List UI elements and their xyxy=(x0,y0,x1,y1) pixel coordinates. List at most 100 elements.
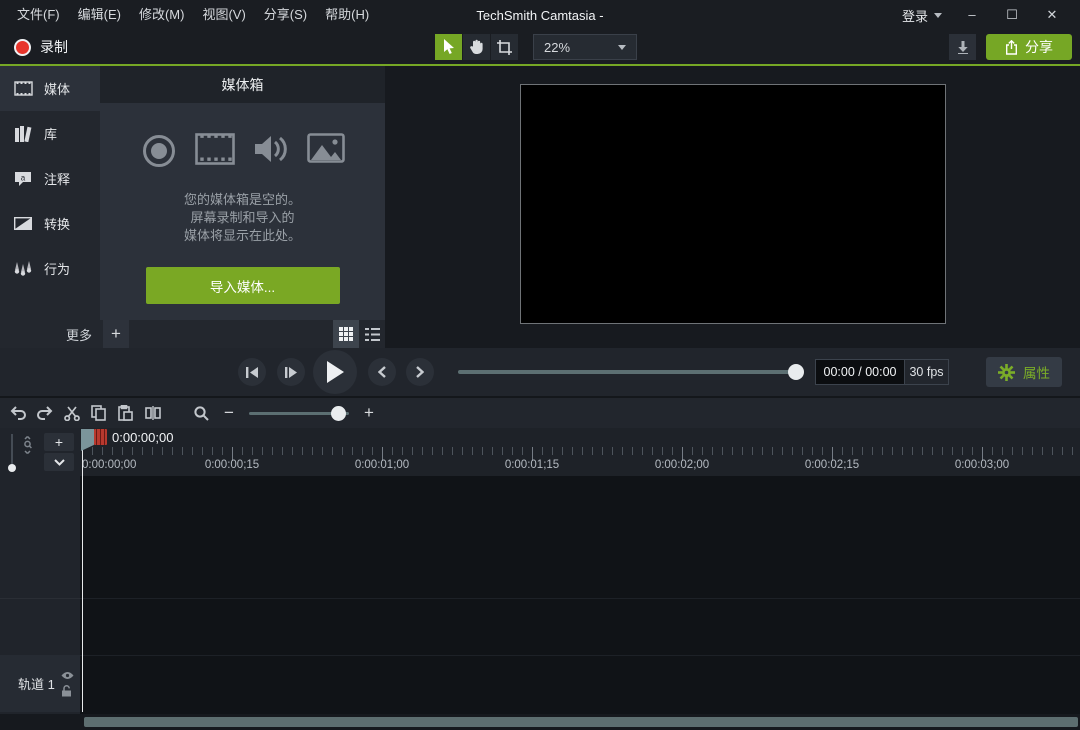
scissors-icon xyxy=(64,406,80,421)
toolbar: 录制 22% xyxy=(0,30,1080,66)
hand-icon xyxy=(469,39,484,55)
split-icon xyxy=(145,406,161,420)
properties-button[interactable]: 属性 xyxy=(986,357,1062,387)
menu-edit[interactable]: 编辑(E) xyxy=(69,0,130,30)
empty-line-1: 您的媒体箱是空的。 xyxy=(184,191,301,209)
minimize-button[interactable]: – xyxy=(952,0,992,30)
menu-bar: 文件(F) 编辑(E) 修改(M) 视图(V) 分享(S) 帮助(H) Tech… xyxy=(0,0,1080,30)
timeline-zoom-slider[interactable] xyxy=(249,412,349,415)
media-bin-panel: 媒体箱 xyxy=(100,66,385,320)
grid-view-icon xyxy=(339,327,353,341)
track-lanes[interactable] xyxy=(80,476,1080,714)
chevron-left-icon xyxy=(378,366,386,378)
split-button[interactable] xyxy=(139,400,166,426)
menu-modify[interactable]: 修改(M) xyxy=(130,0,194,30)
window-title: TechSmith Camtasia - xyxy=(340,8,740,23)
fps-display[interactable]: 30 fps xyxy=(904,360,948,384)
menu-file[interactable]: 文件(F) xyxy=(8,0,69,30)
sidebar-item-media[interactable]: 媒体 xyxy=(0,66,100,111)
play-button[interactable] xyxy=(313,350,357,394)
timeline-zoom-in-button[interactable]: + xyxy=(359,403,379,423)
books-icon xyxy=(13,126,33,142)
import-media-button[interactable]: 导入媒体... xyxy=(146,267,340,304)
video-preview[interactable] xyxy=(520,84,946,324)
next-button[interactable] xyxy=(406,358,434,386)
transition-icon xyxy=(13,217,33,230)
tools-panel-region: 媒体 库 a 注释 转换 xyxy=(0,66,385,348)
empty-line-2: 屏幕录制和导入的 xyxy=(184,209,301,227)
playhead-line[interactable] xyxy=(82,444,83,712)
more-tabs-button[interactable]: 更多 xyxy=(0,325,92,344)
timeline-zoom-controls: − + xyxy=(194,403,379,423)
list-view-button[interactable] xyxy=(359,320,385,348)
timeline-zoom-thumb[interactable] xyxy=(331,406,346,421)
sidebar-item-transitions[interactable]: 转换 xyxy=(0,201,100,246)
copy-button[interactable] xyxy=(85,400,112,426)
paste-button[interactable] xyxy=(112,400,139,426)
playhead-grip[interactable] xyxy=(94,429,107,445)
step-forward-button[interactable] xyxy=(277,358,305,386)
timeline-ruler[interactable]: 0:00:00;00 0:00:00;15 0:00:01;00 0:00:01… xyxy=(80,428,1080,476)
sidebar-item-library[interactable]: 库 xyxy=(0,111,100,156)
export-local-button[interactable] xyxy=(949,34,976,60)
playback-bar: 00:00 / 00:00 30 fps 属性 xyxy=(0,348,1080,396)
record-button[interactable]: 录制 xyxy=(8,37,74,57)
divider xyxy=(80,655,1080,656)
track-options-button[interactable] xyxy=(44,453,74,471)
previous-button[interactable] xyxy=(368,358,396,386)
share-button[interactable]: 分享 xyxy=(986,34,1072,60)
close-button[interactable]: ✕ xyxy=(1032,0,1072,30)
ruler-label: 0:00:00;15 xyxy=(205,459,259,471)
filmstrip-icon xyxy=(195,133,235,169)
media-bin-empty-icons xyxy=(141,133,345,169)
canvas-tools xyxy=(435,34,518,60)
download-arrow-icon xyxy=(957,41,969,54)
canvas-area[interactable] xyxy=(385,66,1080,348)
select-tool-button[interactable] xyxy=(435,34,462,60)
track-height-slider[interactable] xyxy=(11,434,13,468)
timeline-scroll-strip xyxy=(0,714,1080,730)
ruler-label: 0:00:01;00 xyxy=(355,459,409,471)
cut-button[interactable] xyxy=(58,400,85,426)
svg-text:a: a xyxy=(21,173,26,182)
behaviors-icon xyxy=(13,261,33,277)
sidebar-item-label: 库 xyxy=(44,124,57,143)
track1-header[interactable]: 轨道 1 xyxy=(0,655,80,712)
signin-button[interactable]: 登录 xyxy=(892,6,952,25)
add-tab-button[interactable]: + xyxy=(103,320,129,348)
pan-tool-button[interactable] xyxy=(463,34,490,60)
ruler-label: 0:00:02;00 xyxy=(655,459,709,471)
menu-view[interactable]: 视图(V) xyxy=(193,0,254,30)
gutter-header: + xyxy=(0,428,80,476)
sidebar-item-annotations[interactable]: a 注释 xyxy=(0,156,100,201)
step-forward-icon xyxy=(285,367,297,378)
timeline-content[interactable]: 0:00:00;00 0:00:00;15 0:00:01;00 0:00:01… xyxy=(80,428,1080,714)
undo-button[interactable] xyxy=(4,400,31,426)
horizontal-scrollbar[interactable] xyxy=(84,717,1078,727)
ruler-labels: 0:00:00;00 0:00:00;15 0:00:01;00 0:00:01… xyxy=(80,459,1080,475)
canvas-zoom-select[interactable]: 22% xyxy=(533,34,637,60)
track-lock-icon[interactable] xyxy=(61,685,74,697)
track-height-slider-thumb[interactable] xyxy=(8,464,16,472)
play-icon xyxy=(326,361,344,383)
add-track-button[interactable]: + xyxy=(44,433,74,451)
track-visibility-eye-icon[interactable] xyxy=(61,671,74,680)
sidebar-item-label: 转换 xyxy=(44,214,70,233)
filmstrip-icon xyxy=(13,81,33,96)
undo-icon xyxy=(10,406,26,420)
gutter-rows: 轨道 1 xyxy=(0,476,80,714)
share-label: 分享 xyxy=(1025,37,1053,57)
seek-slider-thumb[interactable] xyxy=(788,364,804,380)
sidebar-item-label: 行为 xyxy=(44,259,70,278)
redo-button[interactable] xyxy=(31,400,58,426)
step-back-icon xyxy=(246,367,258,378)
step-back-button[interactable] xyxy=(238,358,266,386)
maximize-button[interactable]: ☐ xyxy=(992,0,1032,30)
seek-slider[interactable] xyxy=(458,370,802,374)
crop-tool-button[interactable] xyxy=(491,34,518,60)
grid-view-button[interactable] xyxy=(333,320,359,348)
panel-bottom-bar: 更多 + xyxy=(0,320,385,348)
timeline-zoom-out-button[interactable]: − xyxy=(219,403,239,423)
menu-share[interactable]: 分享(S) xyxy=(255,0,316,30)
sidebar-item-behaviors[interactable]: 行为 xyxy=(0,246,100,291)
